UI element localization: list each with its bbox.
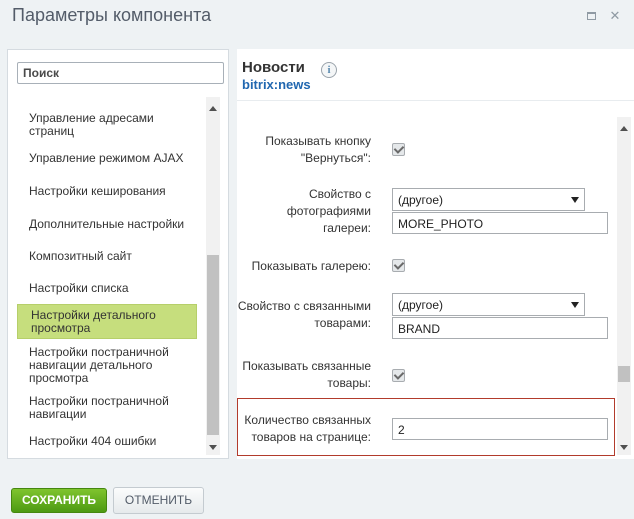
chevron-down-icon <box>571 302 579 308</box>
linked-goods-count-input[interactable]: 2 <box>392 418 608 440</box>
show-back-link-checkbox[interactable] <box>392 143 405 156</box>
cancel-button[interactable]: Отменить <box>113 487 204 514</box>
sidebar-item-pagination[interactable]: Настройки постраничной навигации <box>16 395 198 421</box>
gallery-property-select-value: (другое) <box>398 193 443 207</box>
show-linked-goods-checkbox[interactable] <box>392 369 405 382</box>
sidebar-item-url-management[interactable]: Управление адресами страниц <box>16 112 198 138</box>
linked-goods-property-input[interactable]: BRAND <box>392 317 608 339</box>
gallery-property-label: Свойство с фотографиями галереи: <box>286 187 371 235</box>
show-linked-goods-label: Показывать связанные товары: <box>242 359 371 390</box>
main-scroll-thumb[interactable] <box>618 366 630 382</box>
minimize-button[interactable] <box>586 10 598 22</box>
scroll-up-icon[interactable] <box>620 126 628 131</box>
titlebar: Параметры компонента ✕ <box>0 0 634 36</box>
sidebar-list: Управление адресами страниц Управление р… <box>16 97 206 454</box>
chevron-down-icon <box>571 197 579 203</box>
scroll-down-icon[interactable] <box>209 445 217 450</box>
scroll-down-icon[interactable] <box>620 445 628 450</box>
sidebar-item-detail-pagination[interactable]: Настройки постраничной навигации детальн… <box>16 346 198 385</box>
sidebar-item-list[interactable]: Настройки списка <box>16 282 198 295</box>
component-title: Новости <box>242 59 305 76</box>
show-gallery-checkbox[interactable] <box>392 259 405 272</box>
linked-goods-property-select-value: (другое) <box>398 298 443 312</box>
sidebar-item-additional[interactable]: Дополнительные настройки <box>16 218 198 231</box>
main-scrollbar[interactable] <box>617 117 631 455</box>
save-button[interactable]: Сохранить <box>11 488 107 513</box>
sidebar-item-detail[interactable]: Настройки детального просмотра <box>17 304 197 339</box>
sidebar-item-ajax[interactable]: Управление режимом AJAX <box>16 152 198 165</box>
minimize-icon <box>587 12 596 20</box>
show-back-link-label: Показывать кнопку "Вернуться": <box>265 134 371 165</box>
linked-goods-property-label: Свойство с связанными товарами: <box>237 299 371 330</box>
main-panel: Новости i bitrix:news Показывать кнопку … <box>237 49 634 459</box>
close-icon: ✕ <box>609 8 621 23</box>
close-button[interactable]: ✕ <box>609 8 621 23</box>
gallery-property-select[interactable]: (другое) <box>392 188 585 211</box>
sidebar-item-cache[interactable]: Настройки кеширования <box>16 185 198 198</box>
show-gallery-label: Показывать галерею: <box>251 259 371 273</box>
sidebar: Управление адресами страниц Управление р… <box>7 49 229 459</box>
search-input[interactable] <box>17 62 224 84</box>
linked-goods-count-label: Количество связанных товаров на странице… <box>244 413 371 444</box>
header-divider <box>237 100 634 101</box>
dialog-title: Параметры компонента <box>12 5 212 25</box>
scroll-up-icon[interactable] <box>209 106 217 111</box>
sidebar-item-composite[interactable]: Композитный сайт <box>16 250 198 263</box>
sidebar-scrollbar[interactable] <box>206 97 220 455</box>
component-code: bitrix:news <box>242 77 311 92</box>
sidebar-item-404[interactable]: Настройки 404 ошибки <box>16 435 198 448</box>
sidebar-scroll-thumb[interactable] <box>207 255 219 435</box>
info-icon[interactable]: i <box>321 62 337 78</box>
gallery-property-input[interactable]: MORE_PHOTO <box>392 212 608 234</box>
linked-goods-property-select[interactable]: (другое) <box>392 293 585 316</box>
